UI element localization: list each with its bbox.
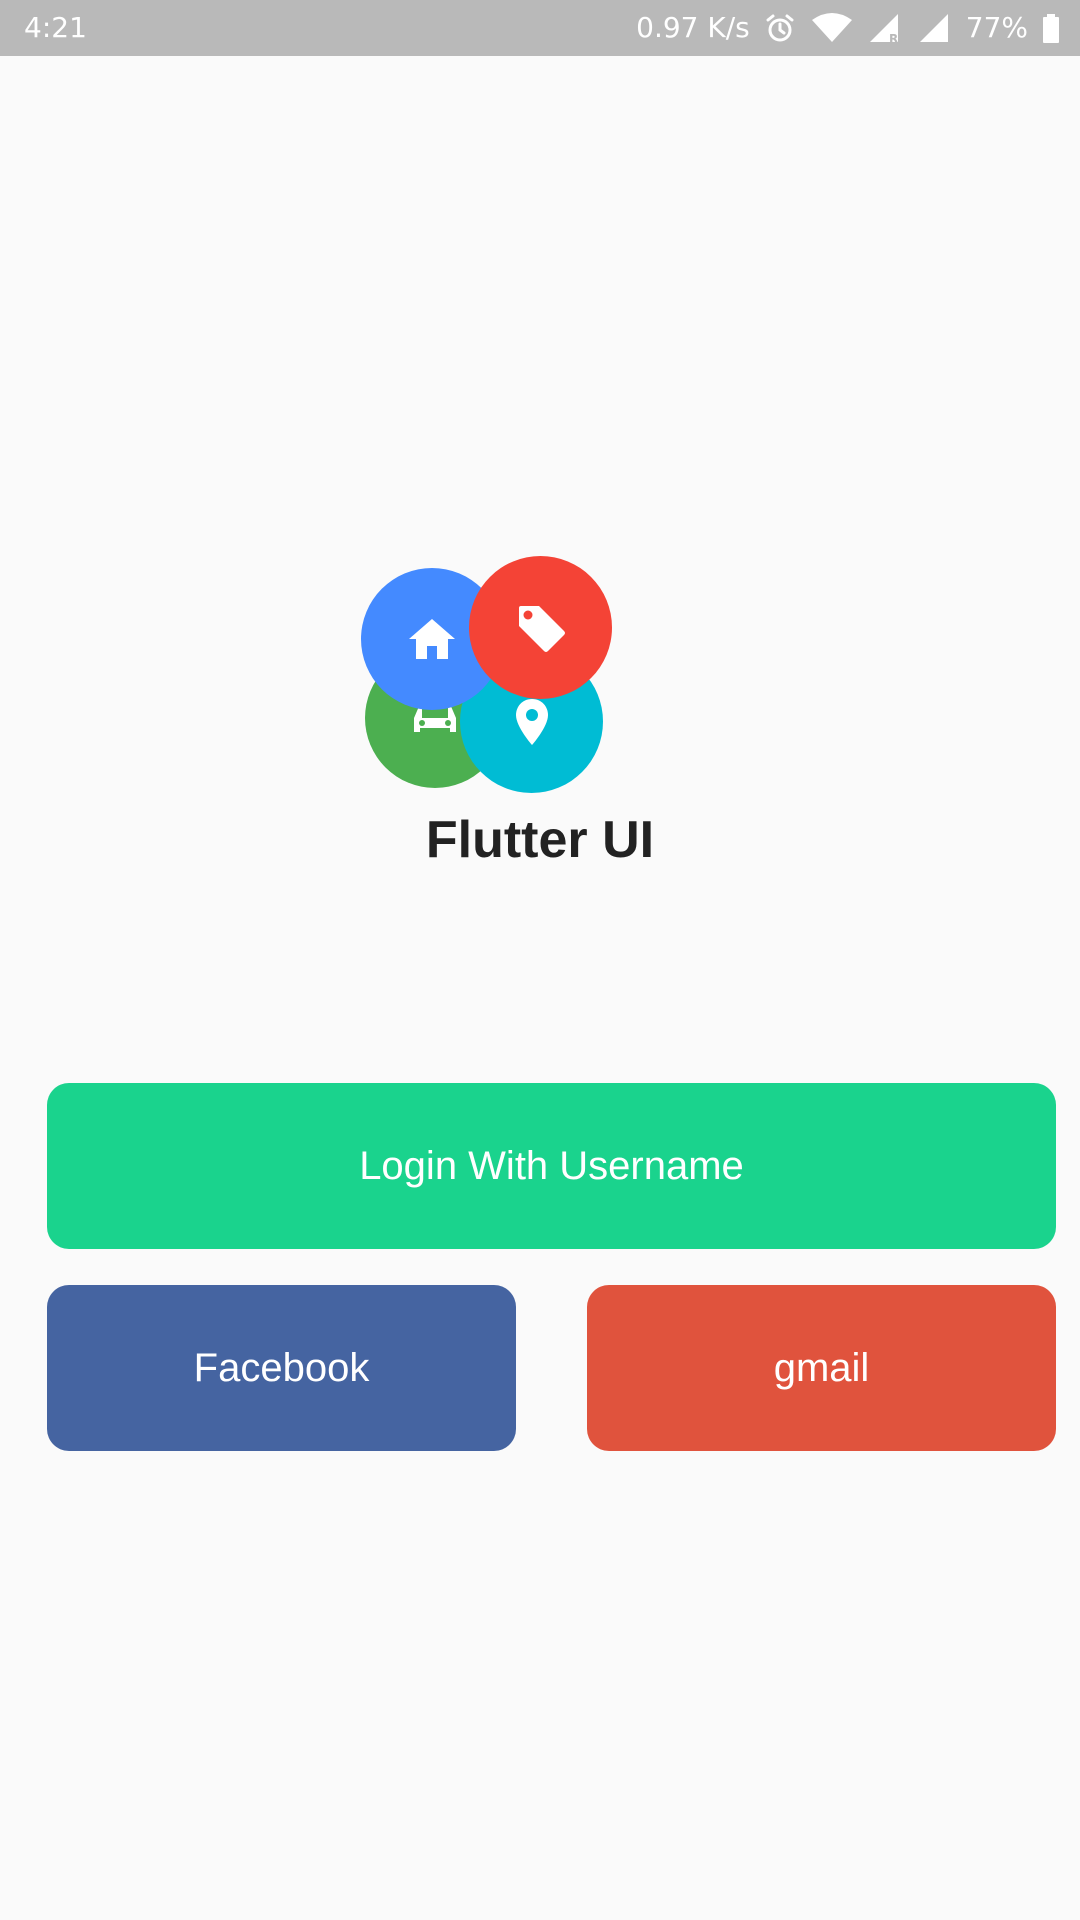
- home-icon: [409, 619, 455, 659]
- login-with-username-button[interactable]: Login With Username: [47, 1083, 1056, 1249]
- alarm-icon: [766, 14, 794, 42]
- facebook-button-label: Facebook: [193, 1345, 370, 1390]
- signal-icon: [919, 14, 948, 42]
- network-speed: 0.97 K/s: [636, 11, 750, 44]
- login-button-label: Login With Username: [359, 1143, 744, 1188]
- gmail-button-label: gmail: [773, 1345, 870, 1390]
- status-indicators: 0.97 K/s R 77%: [622, 8, 1060, 48]
- status-time: 4:21: [24, 11, 87, 44]
- svg-text:R: R: [889, 32, 898, 44]
- app-title: Flutter UI: [425, 811, 655, 869]
- gmail-login-button[interactable]: gmail: [587, 1285, 1056, 1451]
- facebook-login-button[interactable]: Facebook: [47, 1285, 516, 1451]
- login-screen: 4:21 0.97 K/s R 77% Flutter UI Login Wit…: [0, 0, 1080, 1920]
- signal-roaming-icon: R: [869, 14, 898, 44]
- app-logo: [355, 552, 615, 793]
- battery-icon: [1043, 14, 1059, 43]
- wifi-icon: [811, 13, 852, 42]
- status-bar: 4:21 0.97 K/s R 77%: [0, 0, 1080, 56]
- location-pin-icon: [515, 698, 548, 745]
- logo-circle-tag: [469, 556, 612, 699]
- battery-percent: 77%: [965, 11, 1028, 44]
- tag-icon: [518, 605, 565, 652]
